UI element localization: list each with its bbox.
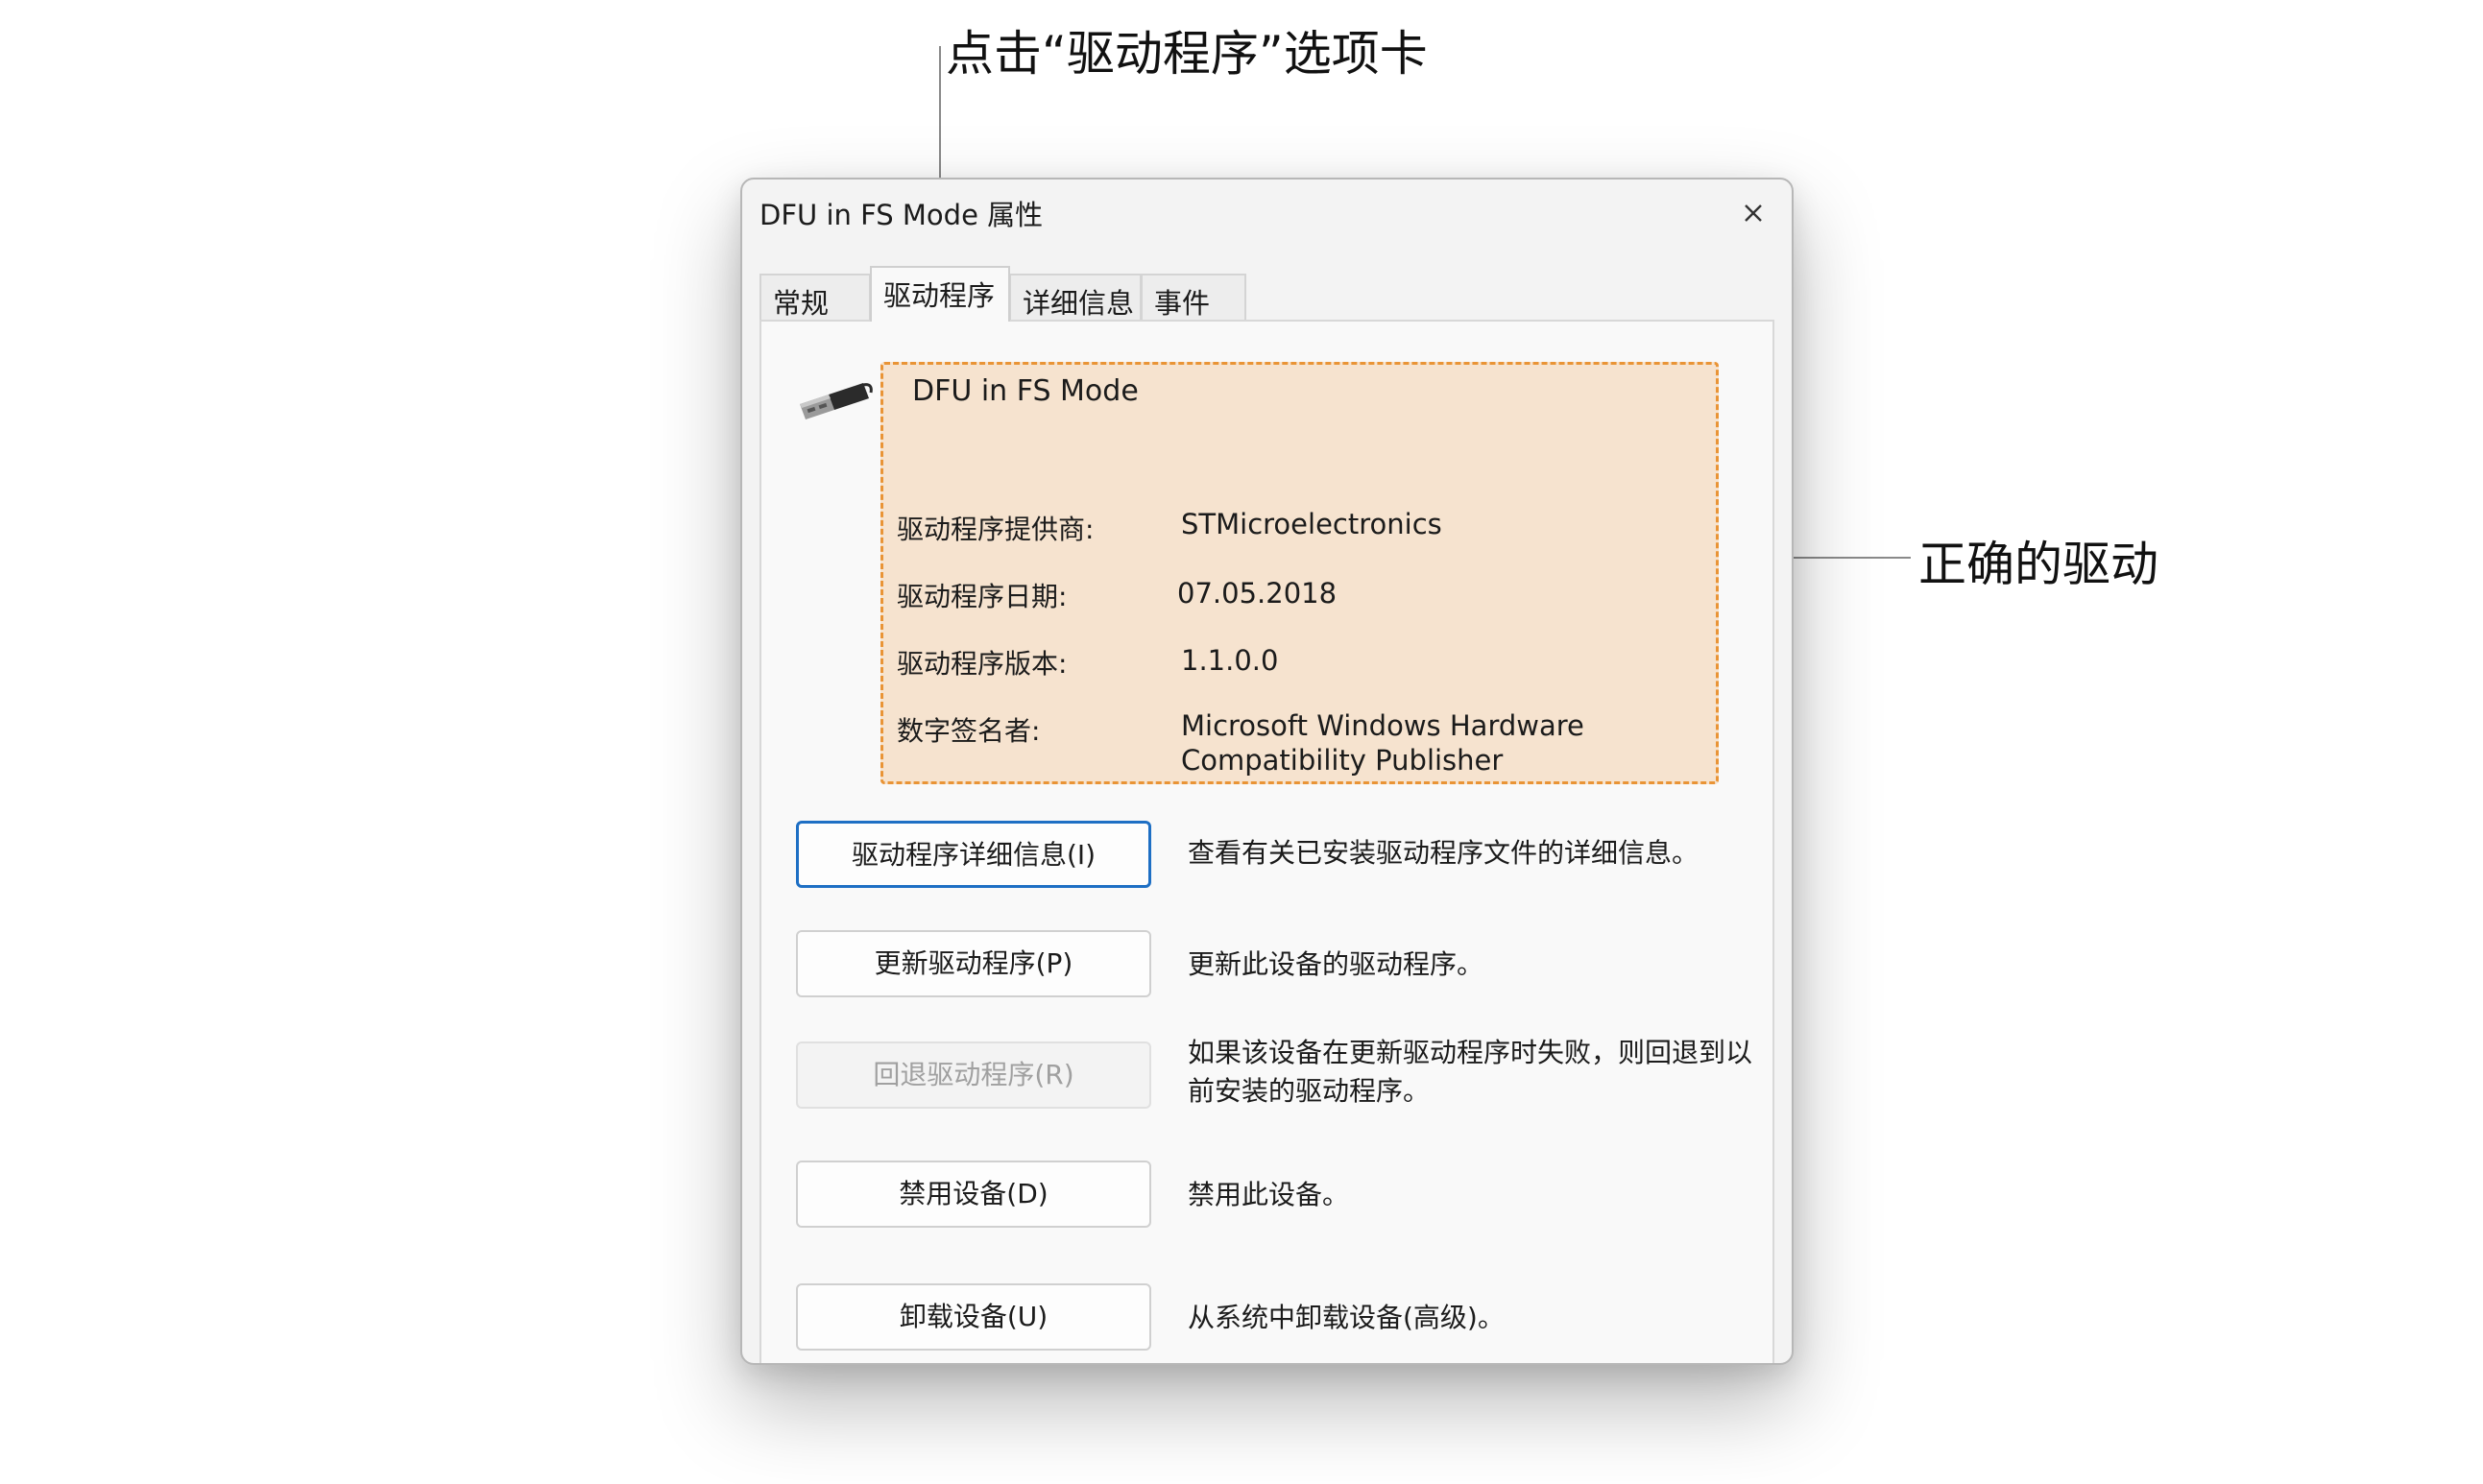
driver-info-highlight: DFU in FS Mode 驱动程序提供商: STMicroelectroni… [880,362,1719,784]
uninstall-device-button[interactable]: 卸载设备(U) [796,1283,1151,1351]
screenshot-stage: 点击“驱动程序”选项卡 正确的驱动 DFU in FS Mode 属性 常规 驱… [0,0,2483,1484]
dialog-titlebar: DFU in FS Mode 属性 [742,180,1792,249]
close-icon [1745,204,1762,222]
tab-general[interactable]: 常规 [759,274,871,322]
roll-back-driver-button[interactable]: 回退驱动程序(R) [796,1041,1151,1109]
driver-details-description: 查看有关已安装驱动程序文件的详细信息。 [1188,837,1700,869]
usb-plug-icon [796,377,873,425]
tab-driver[interactable]: 驱动程序 [870,266,1010,322]
callout-driver-tab: 点击“驱动程序”选项卡 [946,26,1428,82]
date-label: 驱动程序日期: [897,581,1068,612]
driver-tab-panel: DFU in FS Mode 驱动程序提供商: STMicroelectroni… [759,320,1774,1363]
disable-device-description: 禁用此设备。 [1188,1179,1350,1210]
provider-value: STMicroelectronics [1181,508,1442,540]
tab-events[interactable]: 事件 [1141,274,1246,322]
dialog-title: DFU in FS Mode 属性 [759,199,1044,231]
roll-back-driver-description: 如果该设备在更新驱动程序时失败，则回退到以前安装的驱动程序。 [1188,1037,1753,1107]
callout-correct-driver: 正确的驱动 [1918,537,2158,592]
driver-details-button[interactable]: 驱动程序详细信息(I) [796,821,1151,888]
provider-label: 驱动程序提供商: [897,514,1095,545]
properties-dialog: DFU in FS Mode 属性 常规 驱动程序 详细信息 事件 DFU in… [740,178,1794,1365]
tab-strip: 常规 驱动程序 详细信息 事件 [759,266,1259,322]
close-button[interactable] [1730,191,1776,235]
date-value: 07.05.2018 [1177,577,1338,610]
version-label: 驱动程序版本: [897,648,1068,680]
version-value: 1.1.0.0 [1181,644,1279,677]
tab-details[interactable]: 详细信息 [1009,274,1142,322]
device-name: DFU in FS Mode [912,374,1139,408]
update-driver-description: 更新此设备的驱动程序。 [1188,948,1484,980]
uninstall-device-description: 从系统中卸载设备(高级)。 [1188,1302,1505,1333]
disable-device-button[interactable]: 禁用设备(D) [796,1161,1151,1228]
signer-value: Microsoft Windows Hardware Compatibility… [1181,709,1584,777]
signer-label: 数字签名者: [897,715,1041,747]
update-driver-button[interactable]: 更新驱动程序(P) [796,930,1151,997]
